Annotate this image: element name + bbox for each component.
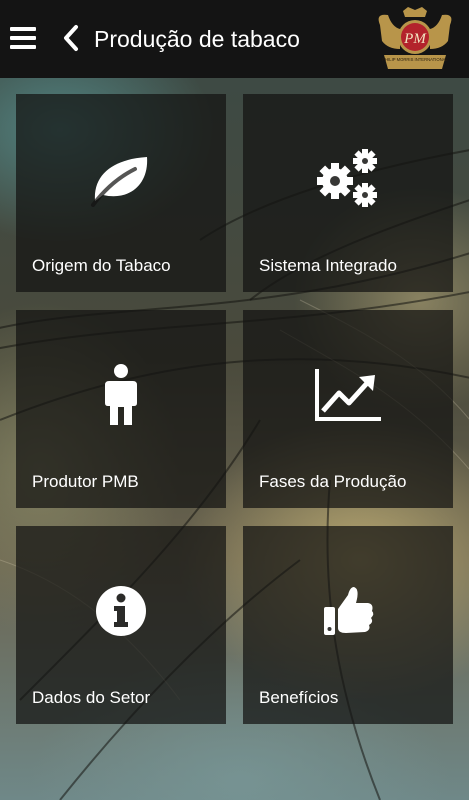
info-icon — [16, 566, 226, 656]
philip-morris-logo: PM PHILIP MORRIS INTERNATIONAL — [370, 5, 460, 73]
leaf-icon — [16, 134, 226, 224]
tile-sistema-integrado[interactable]: Sistema Integrado — [243, 94, 453, 292]
svg-text:PM: PM — [403, 31, 427, 47]
thumbs-up-icon — [243, 566, 453, 656]
tile-produtor-pmb[interactable]: Produtor PMB — [16, 310, 226, 508]
tile-dados-do-setor[interactable]: Dados do Setor — [16, 526, 226, 724]
person-icon — [16, 350, 226, 440]
tile-label: Benefícios — [259, 688, 339, 707]
page-title: Produção de tabaco — [94, 26, 300, 52]
app-header: Produção de tabaco PM PHILIP MORRIS INTE… — [0, 0, 469, 78]
trending-up-chart-icon — [243, 350, 453, 440]
tile-label: Origem do Tabaco — [32, 256, 171, 275]
tile-label: Dados do Setor — [32, 688, 151, 707]
tile-label: Sistema Integrado — [259, 256, 397, 275]
chevron-left-icon[interactable] — [60, 24, 82, 52]
hamburger-menu-icon[interactable] — [10, 27, 36, 49]
tile-beneficios[interactable]: Benefícios — [243, 526, 453, 724]
tile-origem-do-tabaco[interactable]: Origem do Tabaco — [16, 94, 226, 292]
tile-fases-da-producao[interactable]: Fases da Produção — [243, 310, 453, 508]
svg-text:PHILIP MORRIS INTERNATIONAL: PHILIP MORRIS INTERNATIONAL — [382, 57, 448, 62]
gears-icon — [243, 134, 453, 224]
tile-label: Produtor PMB — [32, 472, 139, 491]
tile-label: Fases da Produção — [259, 472, 407, 491]
